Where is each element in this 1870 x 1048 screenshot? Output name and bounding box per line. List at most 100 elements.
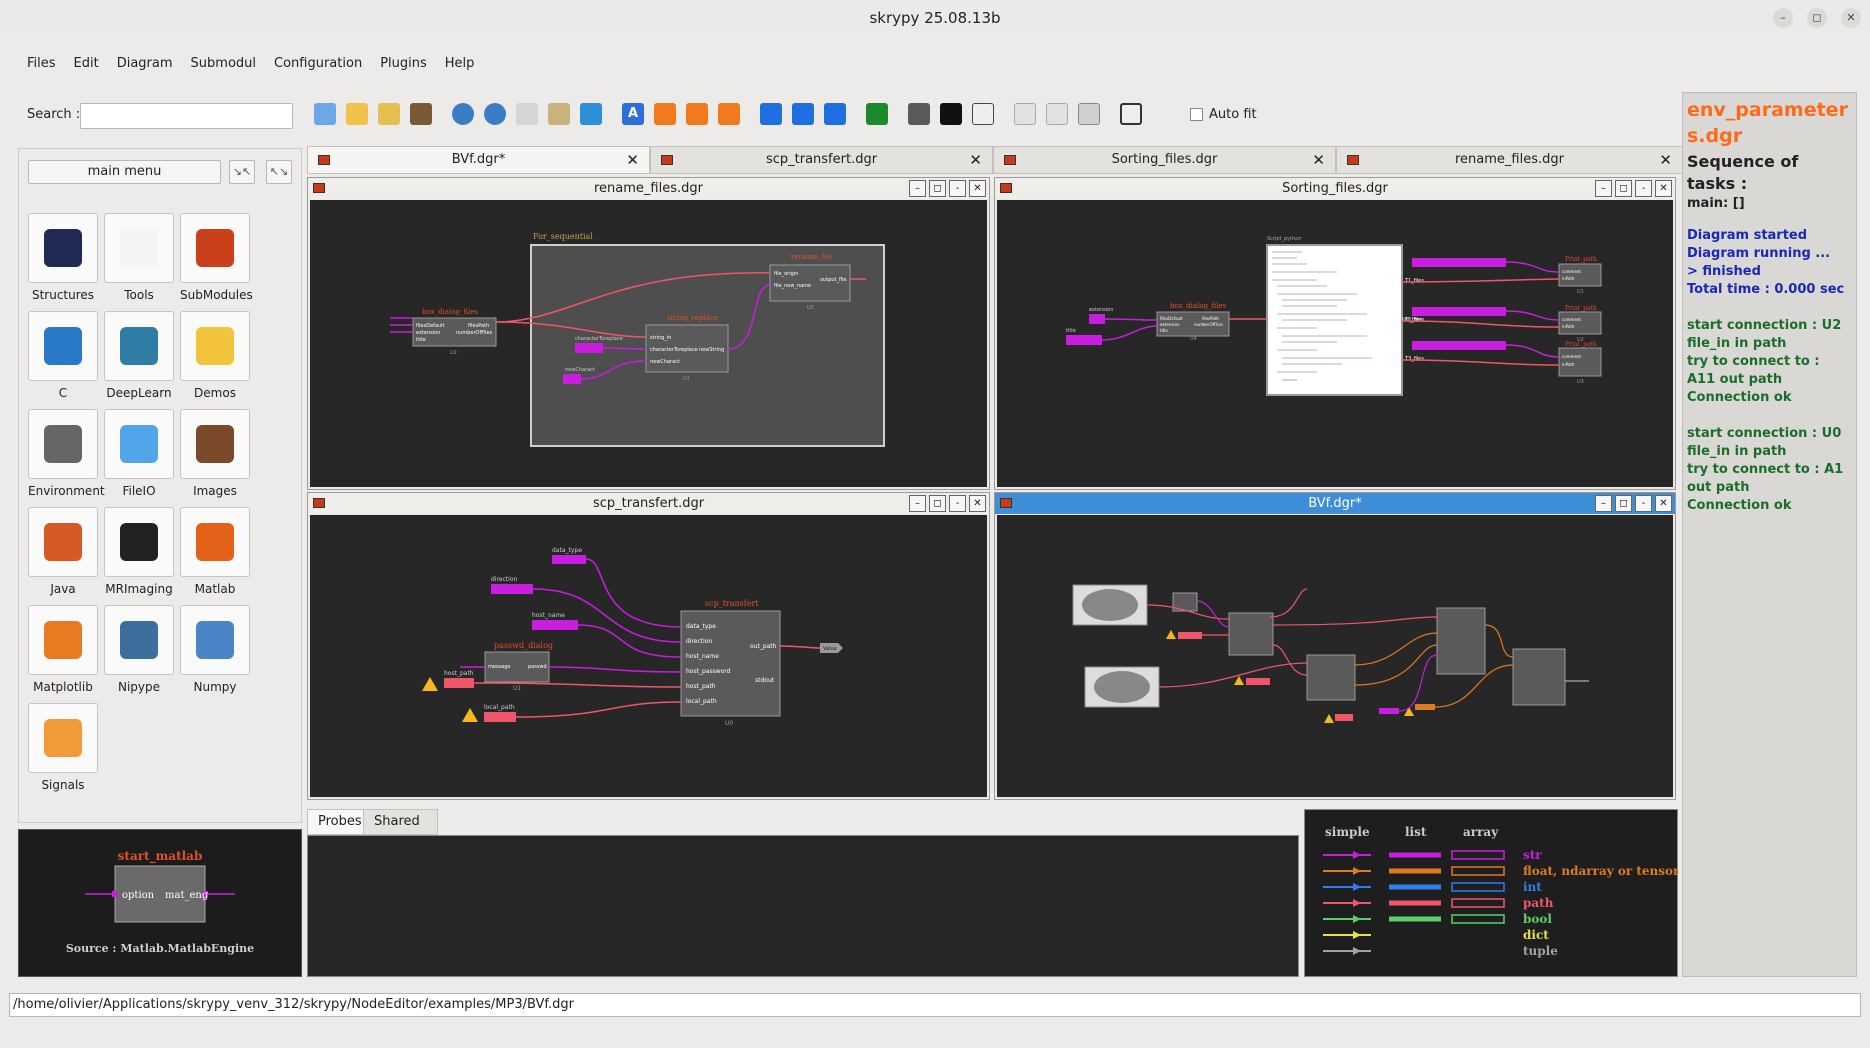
document-icon[interactable] [968, 99, 998, 129]
constant-box[interactable] [491, 584, 533, 594]
library-c[interactable]: C [28, 311, 98, 400]
maximize-icon[interactable]: ◻ [1615, 495, 1632, 512]
edit-icon[interactable] [406, 99, 436, 129]
restore-icon[interactable]: - [1635, 495, 1652, 512]
play-all-icon[interactable] [820, 99, 850, 129]
constant-box[interactable] [532, 620, 578, 630]
subwindow-scp-transfert[interactable]: scp_transfert.dgr – ◻ - ✕ scp_transfert dat… [307, 492, 990, 800]
file-icon[interactable] [104, 409, 174, 479]
brain-icon[interactable] [104, 605, 174, 675]
constant-box[interactable] [1412, 258, 1506, 267]
library-structures[interactable]: Structures [28, 213, 98, 302]
submodules-icon[interactable] [180, 213, 250, 283]
constant-box[interactable] [1412, 307, 1506, 316]
minimize-icon[interactable]: – [909, 495, 926, 512]
library-matplotlib[interactable]: Matplotlib [28, 605, 98, 694]
menu-help[interactable]: Help [436, 52, 484, 78]
library-submodules[interactable]: SubModules [180, 213, 253, 302]
redo-icon[interactable] [480, 99, 510, 129]
restore-icon[interactable]: - [949, 180, 966, 197]
new-file-icon[interactable] [310, 99, 340, 129]
node[interactable] [1228, 612, 1274, 656]
subwindow-sorting-files[interactable]: Sorting_files.dgr – ◻ - ✕ Script_python lis… [994, 177, 1676, 490]
text-icon[interactable]: A [618, 99, 648, 129]
menu-edit[interactable]: Edit [65, 52, 108, 78]
tab-sorting-files[interactable]: Sorting_files.dgr ✕ [993, 146, 1336, 174]
terminal-icon[interactable] [936, 99, 966, 129]
tab-bvf[interactable]: BVf.dgr* ✕ [307, 146, 650, 174]
close-icon[interactable]: ✕ [1659, 147, 1672, 173]
library-environment[interactable]: Environment [28, 409, 105, 498]
close-icon[interactable]: ✕ [969, 180, 986, 197]
subwindow-header[interactable]: Sorting_files.dgr – ◻ - ✕ [995, 178, 1675, 199]
play-step-icon[interactable] [788, 99, 818, 129]
constant-box[interactable] [444, 678, 474, 688]
constant-box[interactable] [1335, 714, 1353, 721]
constant-box[interactable] [552, 555, 586, 564]
library-mrimaging[interactable]: MRImaging [104, 507, 174, 596]
java-icon[interactable] [28, 507, 98, 577]
open-folder-icon[interactable] [342, 99, 372, 129]
main-menu-button[interactable]: main menu [28, 160, 221, 184]
minimize-icon[interactable]: – [909, 180, 926, 197]
tools-icon[interactable] [904, 99, 934, 129]
c-icon[interactable] [28, 311, 98, 381]
library-fileio[interactable]: FileIO [104, 409, 174, 498]
menu-configuration[interactable]: Configuration [265, 52, 371, 78]
run-icon[interactable] [650, 99, 680, 129]
library-images[interactable]: Images [180, 409, 250, 498]
minimize-icon[interactable]: – [1773, 8, 1793, 28]
constant-box[interactable] [1178, 632, 1202, 639]
structures-icon[interactable] [28, 213, 98, 283]
mri-icon[interactable] [104, 507, 174, 577]
signal-icon[interactable] [28, 703, 98, 773]
refresh-icon[interactable] [576, 99, 606, 129]
subwindow-header[interactable]: BVf.dgr* – ◻ - ✕ [995, 493, 1675, 514]
library-signals[interactable]: Signals [28, 703, 98, 792]
library-tools[interactable]: Tools [104, 213, 174, 302]
diagram-canvas[interactable]: scp_transfert data_type direction host_n… [310, 515, 987, 797]
maximize-icon[interactable]: ◻ [1615, 180, 1632, 197]
tab-shared-memory[interactable]: Shared Memory [363, 809, 438, 853]
search-input[interactable] [80, 103, 293, 129]
library-deeplearn[interactable]: DeepLearn [104, 311, 174, 400]
close-icon[interactable]: ✕ [1655, 180, 1672, 197]
subwindow-rename-files[interactable]: rename_files.dgr – ◻ - ✕ For_sequential box… [307, 177, 990, 490]
diagram-canvas[interactable]: For_sequential box_dialog_files filesDef… [310, 200, 987, 487]
library-matlab[interactable]: Matlab [180, 507, 250, 596]
gear-icon[interactable] [28, 409, 98, 479]
node[interactable] [1436, 607, 1486, 675]
open-recent-icon[interactable] [374, 99, 404, 129]
close-icon[interactable]: ✕ [969, 147, 982, 173]
diagram-canvas[interactable] [997, 515, 1673, 797]
deeplearn-icon[interactable] [104, 311, 174, 381]
constant-box[interactable] [1412, 341, 1506, 350]
minimize-icon[interactable]: – [1595, 495, 1612, 512]
constant-box[interactable] [1089, 314, 1105, 324]
menu-files[interactable]: Files [18, 52, 65, 78]
play-icon[interactable] [756, 99, 786, 129]
menu-submodul[interactable]: Submodul [182, 52, 265, 78]
matplotlib-icon[interactable] [28, 605, 98, 675]
undo-icon[interactable] [448, 99, 478, 129]
python-icon[interactable] [180, 311, 250, 381]
node[interactable] [1512, 648, 1566, 706]
library-demos[interactable]: Demos [180, 311, 250, 400]
subwindow-header[interactable]: scp_transfert.dgr – ◻ - ✕ [308, 493, 989, 514]
constant-box[interactable] [484, 712, 516, 722]
library-java[interactable]: Java [28, 507, 98, 596]
close-icon[interactable]: ✕ [1841, 8, 1861, 28]
close-icon[interactable]: ✕ [1655, 495, 1672, 512]
constant-box[interactable] [1066, 335, 1102, 345]
node-print-path[interactable] [1558, 263, 1602, 287]
diagram-canvas[interactable]: Script_python list_files box_dialog_file… [997, 200, 1673, 487]
fit-screen-icon[interactable] [1116, 99, 1146, 129]
autofit-checkbox[interactable]: Auto fit [1190, 107, 1257, 122]
constant-box[interactable] [563, 374, 581, 384]
image-icon[interactable] [180, 409, 250, 479]
numpy-icon[interactable] [180, 605, 250, 675]
node[interactable] [1306, 654, 1356, 701]
library-nipype[interactable]: Nipype [104, 605, 174, 694]
run-thread-icon[interactable] [862, 99, 892, 129]
copy-icon[interactable] [512, 99, 542, 129]
